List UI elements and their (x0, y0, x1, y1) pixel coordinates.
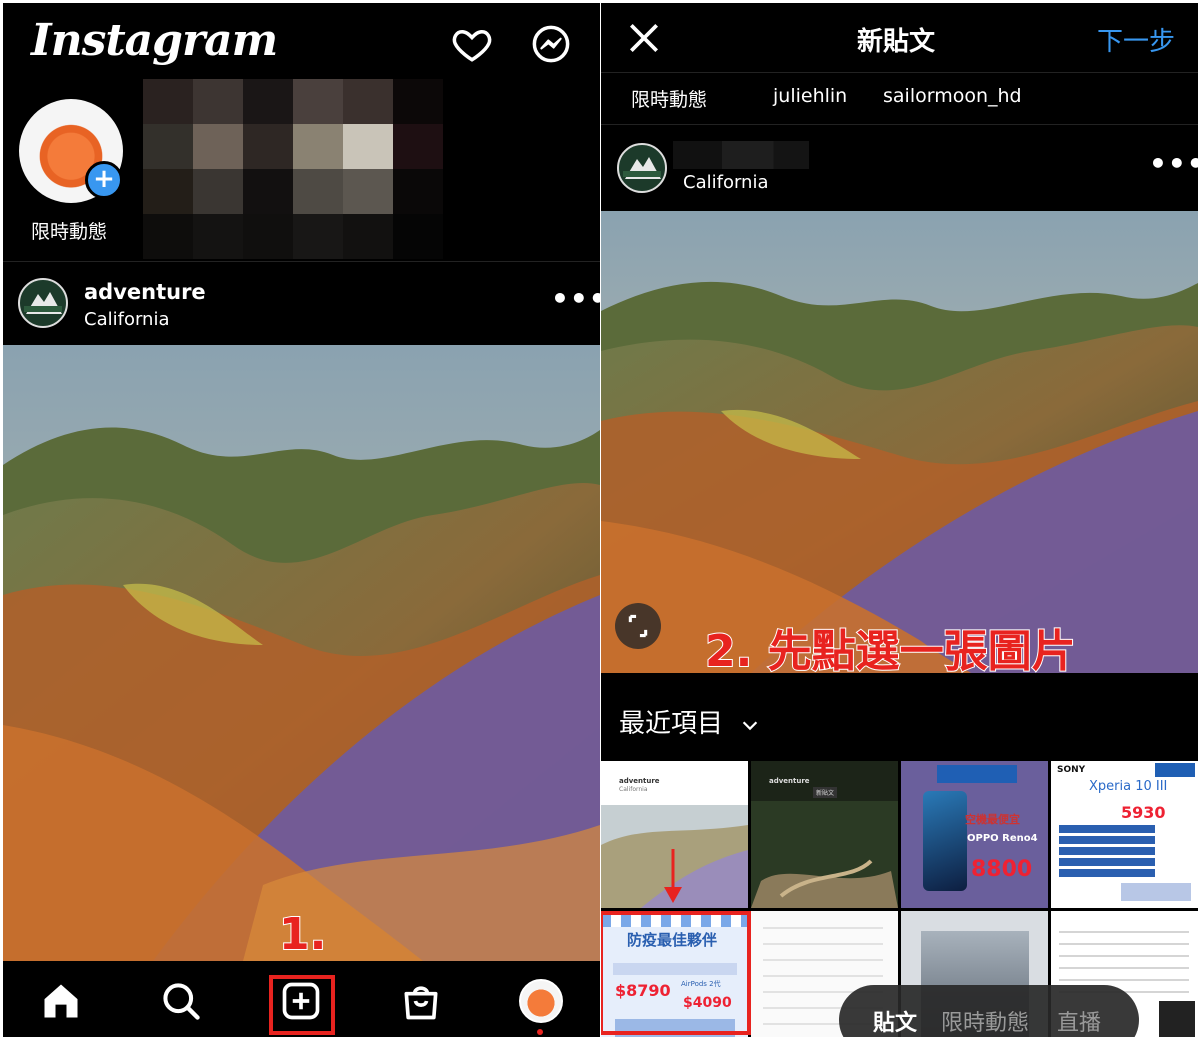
annotation-step-1: 1. (278, 908, 327, 961)
add-story-plus-icon[interactable]: + (85, 161, 123, 199)
messenger-icon[interactable] (530, 23, 572, 65)
annotation-step-2: 2. 先點選一張圖片 (704, 625, 1077, 678)
preview-post-avatar (617, 143, 667, 193)
highlight-create-button (269, 975, 335, 1035)
instagram-logo: Instagram (31, 15, 278, 66)
thumbnail[interactable]: SONY Xperia 10 III 5930 (1051, 761, 1198, 908)
left-phone-screen: Instagram + 限時動態 adventure California ••… (3, 3, 600, 1037)
mode-story[interactable]: 限時動態 (941, 1005, 1029, 1037)
selected-photo-preview (601, 211, 1198, 673)
own-story-label: 限時動態 (31, 221, 108, 243)
story-strip: 限時動態 juliehlin sailormoon_hd (601, 73, 1198, 125)
more-options-icon[interactable]: ••• (551, 282, 600, 315)
heart-icon[interactable] (451, 23, 493, 65)
highlight-selected-thumbnail (601, 911, 751, 1035)
next-button[interactable]: 下一步 (1097, 21, 1175, 58)
post-username[interactable]: adventure (84, 280, 206, 304)
shop-icon[interactable] (399, 979, 443, 1023)
story-label-juliehlin[interactable]: juliehlin (773, 85, 847, 107)
thumbnail[interactable]: 空機最便宜 OPPO Reno4 8800 (901, 761, 1048, 908)
post-header: adventure California ••• (3, 261, 600, 345)
search-icon[interactable] (159, 979, 203, 1023)
blurred-stories (143, 79, 443, 259)
notification-dot (537, 1029, 543, 1035)
arrow-down-icon (664, 849, 682, 903)
post-avatar[interactable] (18, 278, 68, 328)
post-photo[interactable] (3, 345, 600, 961)
post-mode-switcher: 貼文 限時動態 直播 (839, 985, 1139, 1037)
page-title: 新貼文 (857, 27, 936, 57)
close-icon[interactable] (625, 19, 663, 57)
profile-avatar-icon[interactable] (519, 979, 563, 1023)
right-phone-screen: 新貼文 下一步 限時動態 juliehlin sailormoon_hd Cal… (601, 3, 1198, 1037)
chevron-down-icon (743, 720, 758, 730)
new-post-header: 新貼文 下一步 (601, 3, 1198, 73)
preview-post-location: California (683, 172, 769, 193)
preview-more-icon: ••• (1149, 147, 1198, 180)
blurred-username (673, 141, 809, 169)
post-location[interactable]: California (84, 309, 169, 330)
mode-live[interactable]: 直播 (1057, 1005, 1101, 1037)
album-selector[interactable]: 最近項目 (619, 703, 761, 740)
thumbnail[interactable]: adventure 新貼文 (751, 761, 898, 908)
story-label-own[interactable]: 限時動態 (631, 85, 707, 112)
mode-post[interactable]: 貼文 (873, 1005, 917, 1037)
story-label-sailormoon[interactable]: sailormoon_hd (883, 85, 1022, 107)
home-icon[interactable] (39, 979, 83, 1023)
album-label: 最近項目 (619, 709, 724, 739)
expand-icon[interactable] (615, 603, 661, 649)
preview-post-header: California ••• (601, 127, 1198, 211)
